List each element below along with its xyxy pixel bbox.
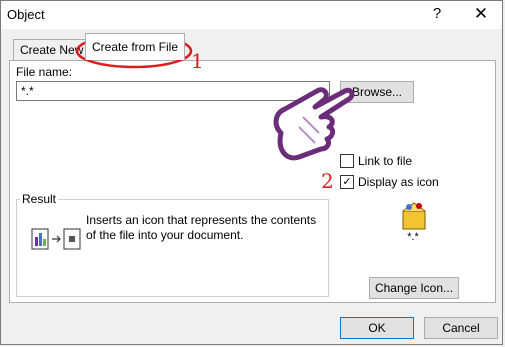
help-button[interactable]: ? <box>427 5 447 22</box>
display-as-icon-label: Display as icon <box>358 175 439 189</box>
ok-button[interactable]: OK <box>340 317 414 339</box>
window-title: Object <box>7 7 45 22</box>
file-name-label: File name: <box>16 65 73 79</box>
result-description: Inserts an icon that represents the cont… <box>86 213 317 242</box>
link-to-file-checkbox[interactable] <box>340 154 354 168</box>
link-to-file-label: Link to file <box>358 154 413 168</box>
result-title: Result <box>20 192 59 206</box>
title-bar: Object ? ✕ <box>1 1 502 29</box>
object-dialog: Object ? ✕ Create New Create from File 1… <box>0 0 503 345</box>
close-button[interactable]: ✕ <box>469 4 493 24</box>
change-icon-button[interactable]: Change Icon... <box>369 277 459 299</box>
package-icon-label: *.* <box>407 231 419 243</box>
display-as-icon-checkbox[interactable]: ✓ <box>340 175 354 189</box>
annotation-step-1: 1 <box>191 49 204 73</box>
annotation-step-2: 2 <box>321 169 334 193</box>
display-as-icon-row[interactable]: ✓ Display as icon <box>340 174 439 190</box>
tab-create-from-file[interactable]: Create from File <box>85 33 186 60</box>
cancel-button[interactable]: Cancel <box>424 317 498 339</box>
result-illustration-icon <box>31 228 81 250</box>
link-to-file-row[interactable]: Link to file <box>340 153 412 169</box>
